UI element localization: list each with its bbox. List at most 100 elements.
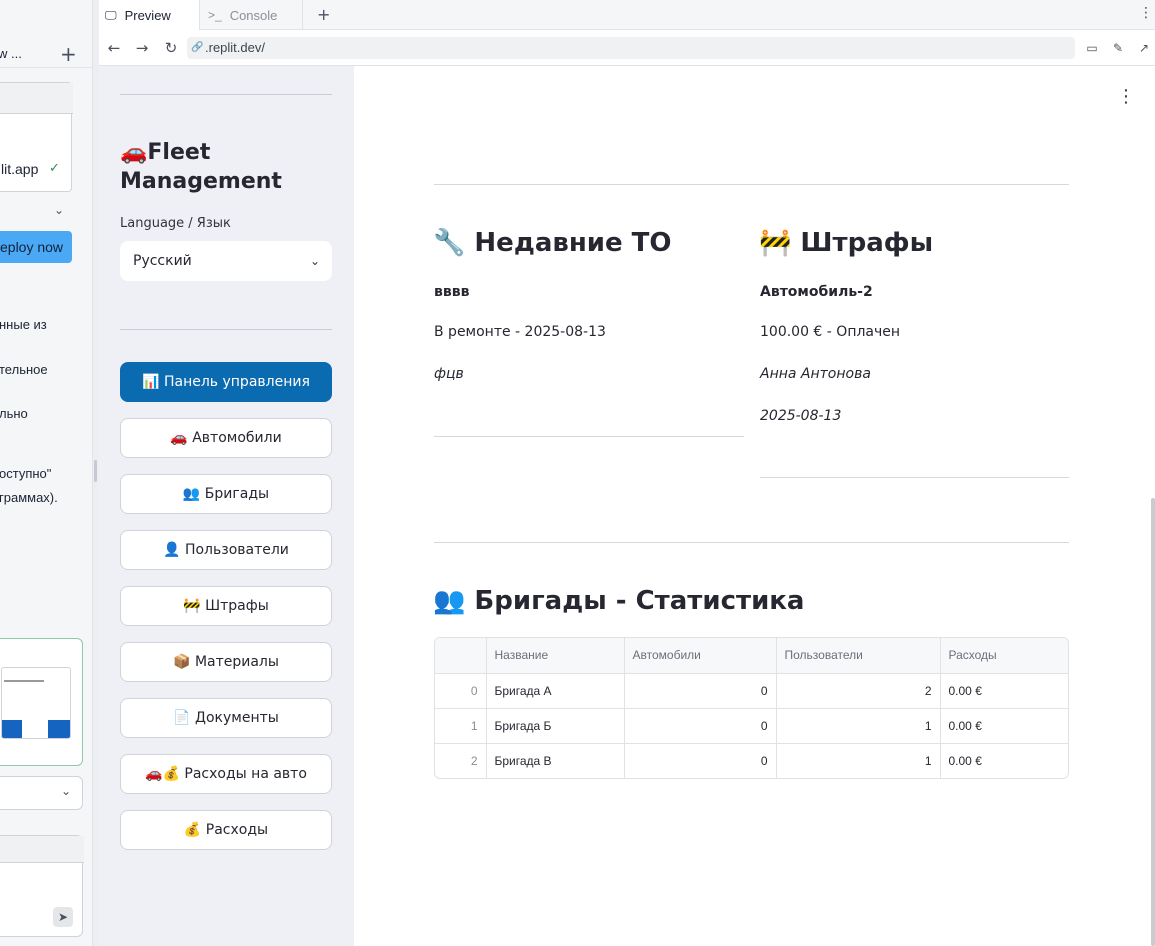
- thumbnail-image: [1, 667, 71, 739]
- teams-stats-heading: 👥 Бригады - Статистика: [433, 586, 805, 616]
- users-cell[interactable]: 1: [776, 708, 941, 744]
- chevron-down-icon: ⌄: [61, 784, 72, 798]
- sidebar-divider: [120, 94, 332, 95]
- thumbnail-chart-bar: [48, 720, 70, 738]
- nav-vehicles-button[interactable]: 🚗 Автомобили: [120, 418, 332, 458]
- app-title: 🚗Fleet Management: [120, 138, 332, 196]
- deploy-button[interactable]: eploy now: [0, 231, 72, 263]
- column-header-index[interactable]: [435, 638, 487, 674]
- main-menu-icon[interactable]: ⋮: [1117, 86, 1135, 107]
- nav-fines-button[interactable]: 🚧 Штрафы: [120, 586, 332, 626]
- open-external-icon[interactable]: ↗: [1134, 38, 1154, 58]
- column-header-vehicles[interactable]: Автомобили: [624, 638, 777, 674]
- column-header-name[interactable]: Название: [486, 638, 625, 674]
- panel-divider: [0, 67, 92, 68]
- splitter-handle[interactable]: [94, 460, 97, 482]
- maintenance-heading: 🔧 Недавние ТО: [433, 228, 672, 258]
- new-tab-button[interactable]: +: [317, 5, 330, 24]
- row-index: 1: [435, 708, 487, 744]
- tab-preview[interactable]: 🖵 Preview: [99, 0, 200, 30]
- vehicles-cell[interactable]: 0: [624, 743, 777, 778]
- nav-expenses-button[interactable]: 💰 Расходы: [120, 810, 332, 850]
- table-header-row: Название Автомобили Пользователи Расходы: [435, 638, 1068, 674]
- team-name-cell[interactable]: Бригада А: [486, 673, 625, 709]
- row-index: 2: [435, 743, 487, 778]
- replit-side-panel: w ... + lit.app ✓ ⌄ eploy now нные из те…: [0, 0, 93, 946]
- table-row: 1 Бригада Б 0 1 0.00 €: [435, 708, 1068, 744]
- fines-heading: 🚧 Штрафы: [759, 228, 934, 258]
- chat-input[interactable]: ➤: [0, 835, 84, 937]
- nav-teams-button[interactable]: 👥 Бригады: [120, 474, 332, 514]
- monitor-icon: 🖵: [105, 7, 117, 22]
- nav-dashboard-button[interactable]: 📊 Панель управления: [120, 362, 332, 402]
- fine-person: Анна Антонова: [760, 366, 871, 382]
- scrollbar[interactable]: [1151, 498, 1155, 946]
- fine-amount: 100.00 € - Оплачен: [760, 324, 901, 340]
- table-row: 0 Бригада А 0 2 0.00 €: [435, 673, 1068, 709]
- language-value: Русский: [133, 253, 192, 269]
- column-header-users[interactable]: Пользователи: [776, 638, 941, 674]
- maintenance-note: фцв: [434, 366, 464, 382]
- chevron-down-icon[interactable]: ⌄: [54, 203, 64, 217]
- thumbnail-line: [4, 680, 44, 682]
- nav-materials-button[interactable]: 📦 Материалы: [120, 642, 332, 682]
- car-icon: 🚗: [120, 140, 148, 165]
- nav-users-button[interactable]: 👤 Пользователи: [120, 530, 332, 570]
- webview-card: lit.app ✓: [0, 82, 73, 192]
- vehicles-cell[interactable]: 0: [624, 708, 777, 744]
- url-bar: ← → ↻ 🔗 .replit.dev/ ▭ ✎ ↗: [99, 30, 1155, 66]
- panel-text-line: оступно": [0, 466, 52, 481]
- back-icon[interactable]: ←: [104, 38, 124, 58]
- language-select[interactable]: Русский ⌄: [120, 241, 332, 281]
- deploy-label: eploy now: [0, 239, 64, 255]
- sidebar: 🚗Fleet Management Language / Язык Русски…: [99, 66, 354, 946]
- reload-icon[interactable]: ↻: [161, 38, 181, 58]
- panel-dropdown[interactable]: ⌄: [0, 776, 83, 810]
- expenses-cell[interactable]: 0.00 €: [940, 743, 1068, 778]
- thumbnail-card[interactable]: [0, 638, 83, 766]
- devtools-icon[interactable]: ✎: [1108, 38, 1128, 58]
- thumbnail-chart-bar: [2, 720, 22, 738]
- nav-vehicle-expenses-button[interactable]: 🚗💰 Расходы на авто: [120, 754, 332, 794]
- more-icon[interactable]: ⋮: [1139, 5, 1153, 21]
- teams-stats-table[interactable]: Название Автомобили Пользователи Расходы…: [434, 637, 1069, 779]
- expenses-cell[interactable]: 0.00 €: [940, 673, 1068, 709]
- check-icon: ✓: [49, 161, 60, 176]
- tab-console[interactable]: >_ Console: [200, 0, 303, 30]
- sidebar-divider: [120, 329, 332, 330]
- panel-text-line: нные из: [0, 317, 47, 332]
- panel-text-line: льно: [0, 406, 28, 421]
- chat-input-header: [0, 836, 84, 863]
- users-cell[interactable]: 1: [776, 743, 941, 778]
- table-row: 2 Бригада В 0 1 0.00 €: [435, 743, 1068, 778]
- nav-documents-button[interactable]: 📄 Документы: [120, 698, 332, 738]
- expenses-cell[interactable]: 0.00 €: [940, 708, 1068, 744]
- section-divider: [434, 184, 1069, 185]
- forward-icon[interactable]: →: [132, 38, 152, 58]
- main-content: ⋮ 🔧 Недавние ТО вввв В ремонте - 2025-08…: [354, 66, 1155, 946]
- tab-label: Preview: [124, 7, 171, 23]
- vehicles-cell[interactable]: 0: [624, 673, 777, 709]
- fine-date: 2025-08-13: [760, 408, 842, 424]
- tab-bar: 🖵 Preview >_ Console + ⋮: [99, 0, 1155, 30]
- panel-text-line: граммах).: [0, 490, 58, 505]
- panel-text-line: тельное: [0, 362, 48, 377]
- fines-divider: [760, 477, 1069, 478]
- maintenance-divider: [434, 436, 744, 437]
- team-name-cell[interactable]: Бригада Б: [486, 708, 625, 744]
- url-field[interactable]: 🔗 .replit.dev/: [187, 37, 1075, 59]
- tab-label: Console: [229, 7, 278, 23]
- maintenance-status: В ремонте - 2025-08-13: [434, 324, 606, 340]
- add-icon[interactable]: +: [60, 42, 77, 66]
- panel-header-text: w ...: [0, 46, 22, 61]
- maintenance-item-title: вввв: [434, 284, 470, 300]
- chevron-down-icon: ⌄: [309, 254, 320, 268]
- send-icon[interactable]: ➤: [53, 907, 73, 927]
- section-divider: [434, 542, 1069, 543]
- column-header-expenses[interactable]: Расходы: [940, 638, 1068, 674]
- link-icon: 🔗: [191, 42, 204, 53]
- users-cell[interactable]: 2: [776, 673, 941, 709]
- url-text: .replit.dev/: [205, 40, 265, 55]
- devices-icon[interactable]: ▭: [1082, 38, 1102, 58]
- team-name-cell[interactable]: Бригада В: [486, 743, 625, 778]
